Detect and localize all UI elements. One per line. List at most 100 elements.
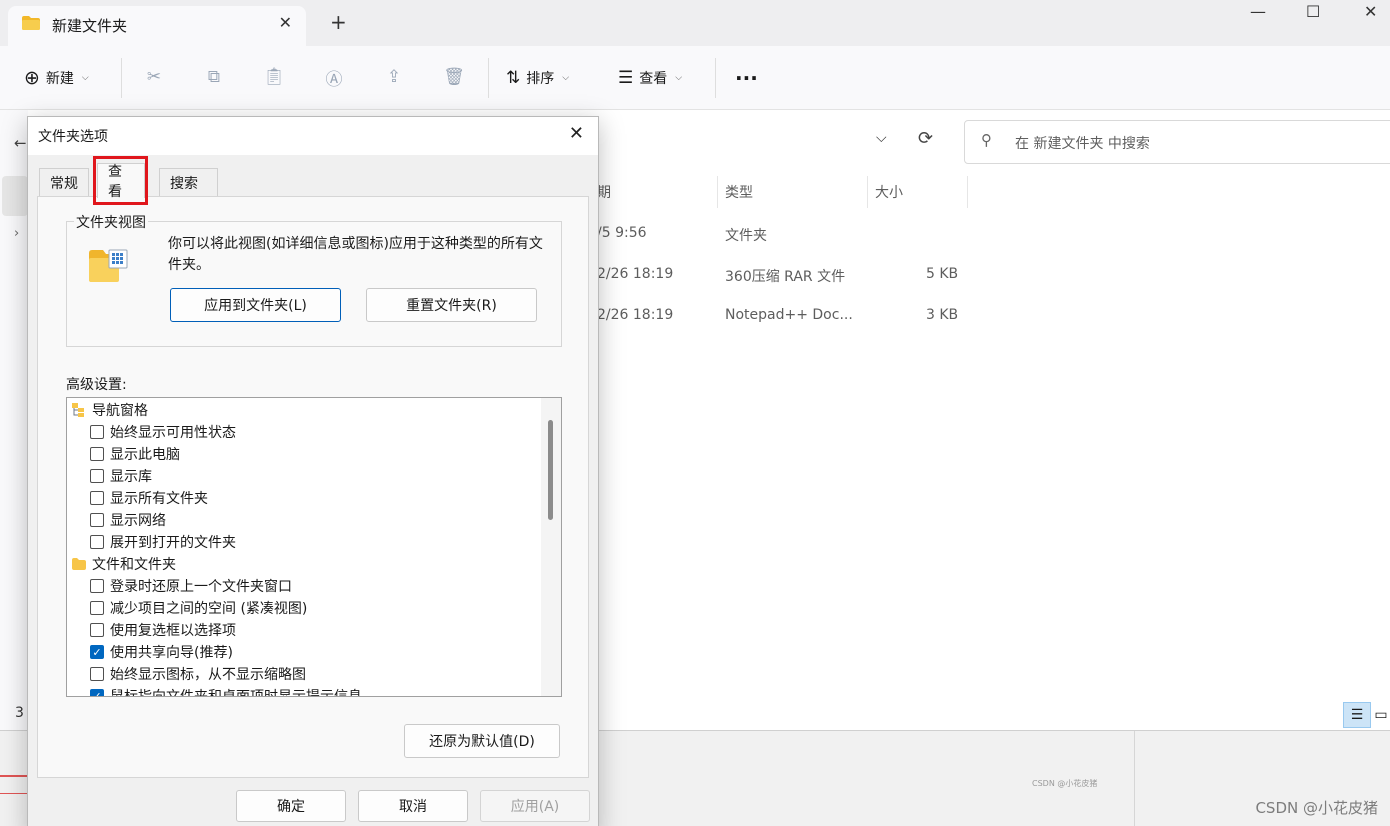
address-dropdown-icon[interactable]: ⌵: [876, 130, 887, 146]
tree-label: 鼠标指向文件夹和桌面项时显示提示信息: [110, 689, 362, 697]
dialog-title: 文件夹选项: [38, 129, 108, 145]
tab-search[interactable]: 搜索: [159, 168, 218, 197]
column-divider: [717, 176, 718, 208]
checkbox[interactable]: [90, 425, 104, 439]
tree-option[interactable]: 减少项目之间的空间 (紧凑视图): [90, 597, 307, 619]
view-tab-panel: 文件夹视图 你可以将此视图(如详细信息或图标)应用于这种类型的所有文件夹。 应用…: [37, 196, 589, 778]
minimize-icon[interactable]: —: [1250, 2, 1266, 21]
tiles-view-button[interactable]: ▭: [1372, 702, 1390, 728]
paste-icon[interactable]: 📋︎: [263, 66, 285, 88]
toolbar-divider: [715, 58, 716, 98]
advanced-settings-tree[interactable]: 导航窗格始终显示可用性状态显示此电脑 显示库 显示所有文件夹 显示网络 展开到打开的文件…: [66, 397, 562, 697]
file-type[interactable]: Notepad++ Doc...: [725, 307, 853, 323]
chevron-down-icon: ⌵: [562, 73, 570, 83]
tree-label: 始终显示图标，从不显示缩略图: [110, 667, 306, 683]
file-type[interactable]: 文件夹: [725, 225, 767, 245]
command-bar: ⊕ 新建 ⌵ ✂ ⧉ 📋︎ Ⓐ ⇪ 🗑︎ ⇅ 排序 ⌵ ☰ 查看 ⌵ ···: [0, 46, 1390, 110]
checkbox-checked[interactable]: ✓: [90, 689, 104, 696]
file-date[interactable]: 2/26 18:19: [597, 266, 673, 282]
column-date-modified[interactable]: 期: [597, 182, 611, 202]
red-line: [0, 793, 28, 794]
refresh-icon[interactable]: ⟳: [918, 128, 933, 149]
tree-option[interactable]: ✓ 鼠标指向文件夹和桌面项时显示提示信息: [90, 685, 362, 697]
explorer-tab[interactable]: 新建文件夹 ✕: [8, 6, 306, 46]
new-label: 新建: [45, 71, 74, 87]
csdn-watermark: CSDN @小花皮猪: [1255, 799, 1378, 817]
toolbar-divider: [488, 58, 489, 98]
close-window-icon[interactable]: ✕: [1364, 2, 1377, 21]
scrollbar-thumb[interactable]: [548, 420, 553, 520]
folder-views-description: 你可以将此视图(如详细信息或图标)应用于这种类型的所有文件夹。: [168, 236, 543, 273]
back-icon[interactable]: ←: [14, 134, 27, 152]
tree-option[interactable]: 登录时还原上一个文件夹窗口: [90, 575, 292, 597]
expand-chevron-icon[interactable]: ›: [14, 226, 19, 241]
tree-label: 导航窗格: [92, 403, 148, 419]
checkbox[interactable]: [90, 601, 104, 615]
file-date[interactable]: 2/26 18:19: [597, 307, 673, 323]
details-view-icon: ☰: [1350, 707, 1364, 723]
maximize-icon[interactable]: ☐: [1306, 2, 1320, 21]
view-label: 查看: [639, 71, 668, 87]
delete-icon[interactable]: 🗑︎: [443, 66, 465, 88]
checkbox[interactable]: [90, 623, 104, 637]
close-icon[interactable]: ✕: [569, 123, 584, 144]
tree-label: 使用复选框以选择项: [110, 623, 236, 639]
checkbox[interactable]: [90, 491, 104, 505]
file-date[interactable]: /5 9:56: [597, 225, 647, 241]
tree-label: 始终显示可用性状态: [110, 425, 236, 441]
checkbox[interactable]: [90, 579, 104, 593]
checkbox[interactable]: [90, 447, 104, 461]
share-icon[interactable]: ⇪: [383, 66, 405, 88]
column-size[interactable]: 大小: [875, 182, 903, 202]
tree-group: 导航窗格: [72, 399, 148, 421]
column-type[interactable]: 类型: [725, 182, 753, 202]
checkbox[interactable]: [90, 513, 104, 527]
nav-selected-item[interactable]: [2, 176, 28, 216]
sort-button[interactable]: ⇅ 排序 ⌵: [506, 46, 569, 110]
search-icon: ⚲: [981, 131, 992, 149]
tree-option[interactable]: 始终显示可用性状态: [90, 421, 236, 443]
tree-scrollbar[interactable]: [541, 398, 561, 696]
tree-option[interactable]: 显示此电脑: [90, 443, 180, 465]
tree-option[interactable]: ✓ 使用共享向导(推荐): [90, 641, 233, 663]
tree-option[interactable]: 展开到打开的文件夹: [90, 531, 236, 553]
restore-defaults-button[interactable]: 还原为默认值(D): [404, 724, 560, 758]
tab-general[interactable]: 常规: [39, 168, 89, 197]
rename-icon[interactable]: Ⓐ: [323, 66, 345, 90]
tree-option[interactable]: 显示网络: [90, 509, 166, 531]
close-tab-icon[interactable]: ✕: [279, 13, 292, 32]
checkbox-checked[interactable]: ✓: [90, 645, 104, 659]
view-lines-icon: ☰: [618, 68, 634, 88]
sort-label: 排序: [526, 71, 555, 87]
tree-option[interactable]: 显示库: [90, 465, 152, 487]
file-size[interactable]: 3 KB: [926, 307, 958, 323]
folder-views-legend: 文件夹视图: [74, 212, 148, 232]
apply-to-folders-button[interactable]: 应用到文件夹(L): [170, 288, 341, 322]
checkbox[interactable]: [90, 667, 104, 681]
tree-label: 登录时还原上一个文件夹窗口: [110, 579, 292, 595]
new-tab-button[interactable]: +: [330, 10, 347, 34]
tree-option[interactable]: 始终显示图标，从不显示缩略图: [90, 663, 306, 685]
apply-button[interactable]: 应用(A): [480, 790, 590, 822]
copy-icon[interactable]: ⧉: [203, 66, 225, 88]
search-input[interactable]: ⚲ 在 新建文件夹 中搜索: [964, 120, 1390, 164]
ok-button[interactable]: 确定: [236, 790, 346, 822]
folder-icon: [72, 558, 86, 570]
tree-option[interactable]: 显示所有文件夹: [90, 487, 208, 509]
cancel-button[interactable]: 取消: [358, 790, 468, 822]
checkbox[interactable]: [90, 535, 104, 549]
reset-folders-button[interactable]: 重置文件夹(R): [366, 288, 537, 322]
file-type[interactable]: 360压缩 RAR 文件: [725, 266, 845, 286]
view-button[interactable]: ☰ 查看 ⌵: [618, 46, 682, 110]
details-view-button[interactable]: ☰: [1343, 702, 1371, 728]
plus-circle-icon: ⊕: [24, 67, 40, 89]
tree-label: 文件和文件夹: [92, 557, 176, 573]
more-options-button[interactable]: ···: [735, 46, 758, 110]
tree-option[interactable]: 使用复选框以选择项: [90, 619, 236, 641]
cut-icon[interactable]: ✂: [143, 66, 165, 88]
new-button[interactable]: ⊕ 新建 ⌵: [24, 46, 89, 110]
file-size[interactable]: 5 KB: [926, 266, 958, 282]
red-line: [0, 775, 28, 777]
checkbox[interactable]: [90, 469, 104, 483]
folder-options-dialog: 文件夹选项 ✕ 常规 查看 搜索 文件夹视图 你可以将此视图(如详细信息或图标)…: [27, 116, 599, 826]
